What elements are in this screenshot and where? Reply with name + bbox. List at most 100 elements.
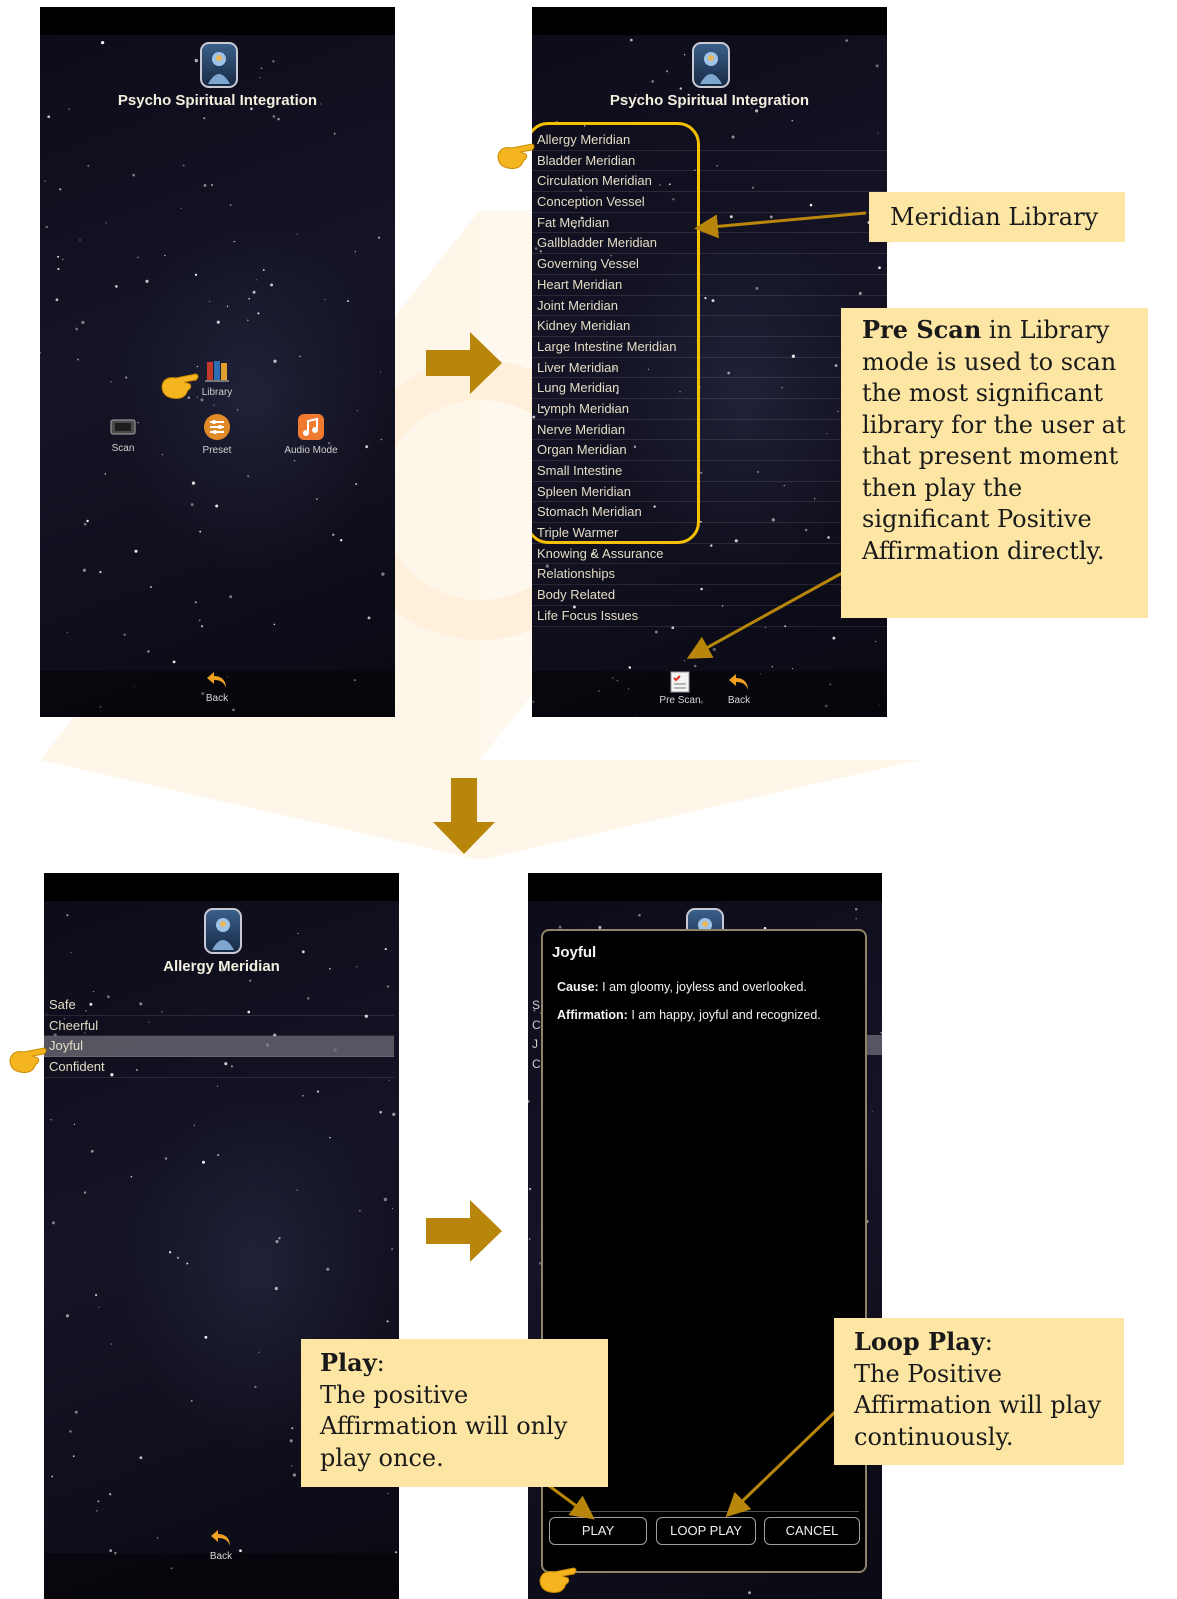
star [712,647,716,652]
library-list-item[interactable]: Relationships [532,564,887,586]
prescan-button[interactable]: Pre Scan [650,671,710,706]
music-note-icon [298,414,324,440]
affirmation-list-item[interactable]: Confident [44,1057,394,1078]
star [44,180,46,182]
star [123,633,126,636]
star [259,76,261,79]
star [693,664,697,668]
star [69,1430,72,1433]
star [293,459,296,462]
star [147,650,150,653]
star [380,371,382,373]
star [47,115,51,119]
star [79,239,81,241]
star [270,283,273,287]
star [299,355,301,358]
star [671,626,675,630]
affirmation-label: Affirmation: [557,1008,628,1022]
star [356,410,358,412]
star [248,297,251,300]
audio-mode-button[interactable]: Audio Mode [276,413,346,456]
back-button[interactable]: Back [709,671,769,706]
star [275,1240,279,1244]
star [94,1293,98,1297]
cancel-button[interactable]: CANCEL [764,1517,860,1545]
callout-loop-play: Loop Play: The Positive Affirmation will… [834,1318,1124,1465]
star [274,1286,278,1291]
star [333,132,336,135]
star [199,530,202,533]
star [236,409,239,411]
star [74,1410,78,1414]
star [665,70,669,73]
star [176,1256,180,1260]
star [316,498,318,500]
star [59,188,62,191]
star [258,1351,260,1353]
library-list-item[interactable]: Knowing & Assurance [532,544,887,565]
dialog-title: Joyful [552,944,597,961]
star [164,254,166,257]
star [156,1537,159,1539]
star [297,932,299,934]
star [683,660,686,662]
callout-play: Play: The positive Affirmation will only… [301,1339,608,1487]
star [204,1335,208,1339]
scan-button[interactable]: Scan [88,415,158,454]
star [277,118,280,121]
star [289,1439,293,1443]
star [832,636,836,640]
pointing-hand-icon [161,373,199,399]
app-logo [204,908,242,954]
scan-icon [110,419,136,435]
star [213,404,215,406]
status-bar [528,873,882,901]
star [273,623,276,626]
preset-label: Preset [202,445,232,456]
star [332,533,335,536]
star [130,1175,133,1178]
preset-button[interactable]: Preset [182,413,252,456]
star [291,1465,293,1467]
star [358,1209,361,1212]
star [55,298,59,302]
star [247,319,249,321]
star [654,630,658,634]
star [193,1124,195,1126]
back-label: Back [205,693,229,704]
back-button[interactable]: Back [187,669,247,704]
star [99,570,102,574]
star [874,640,877,643]
back-label: Back [727,695,751,706]
star [87,164,90,167]
star [386,985,390,988]
back-button[interactable]: Back [191,1527,251,1562]
library-list-item[interactable]: Body Related [532,585,887,606]
star [115,285,118,288]
loop-play-button[interactable]: LOOP PLAY [656,1517,756,1545]
affirmation-list-item[interactable]: Safe [44,995,394,1016]
cause-label: Cause: [557,980,599,994]
star [880,1031,882,1034]
star [110,1343,113,1345]
library-list-item[interactable]: Life Focus Issues [532,606,887,627]
callout-play-bold: Play [320,1348,377,1377]
star [301,1094,304,1097]
star [182,164,185,167]
cause-line: Cause: I am gloomy, joyless and overlook… [557,980,807,994]
star [367,616,371,620]
checklist-icon [670,671,690,693]
star [254,1385,257,1389]
app-logo [200,42,238,88]
back-label: Back [209,1551,233,1562]
star [62,258,64,261]
star [110,380,112,383]
star [145,279,149,283]
star [203,117,206,120]
star [679,87,682,90]
affirmation-list-item[interactable]: Cheerful [44,1016,394,1037]
affirmation-list-item[interactable]: Joyful [44,1036,394,1058]
star [365,445,369,449]
star [329,1137,331,1139]
play-button[interactable]: PLAY [549,1517,647,1545]
